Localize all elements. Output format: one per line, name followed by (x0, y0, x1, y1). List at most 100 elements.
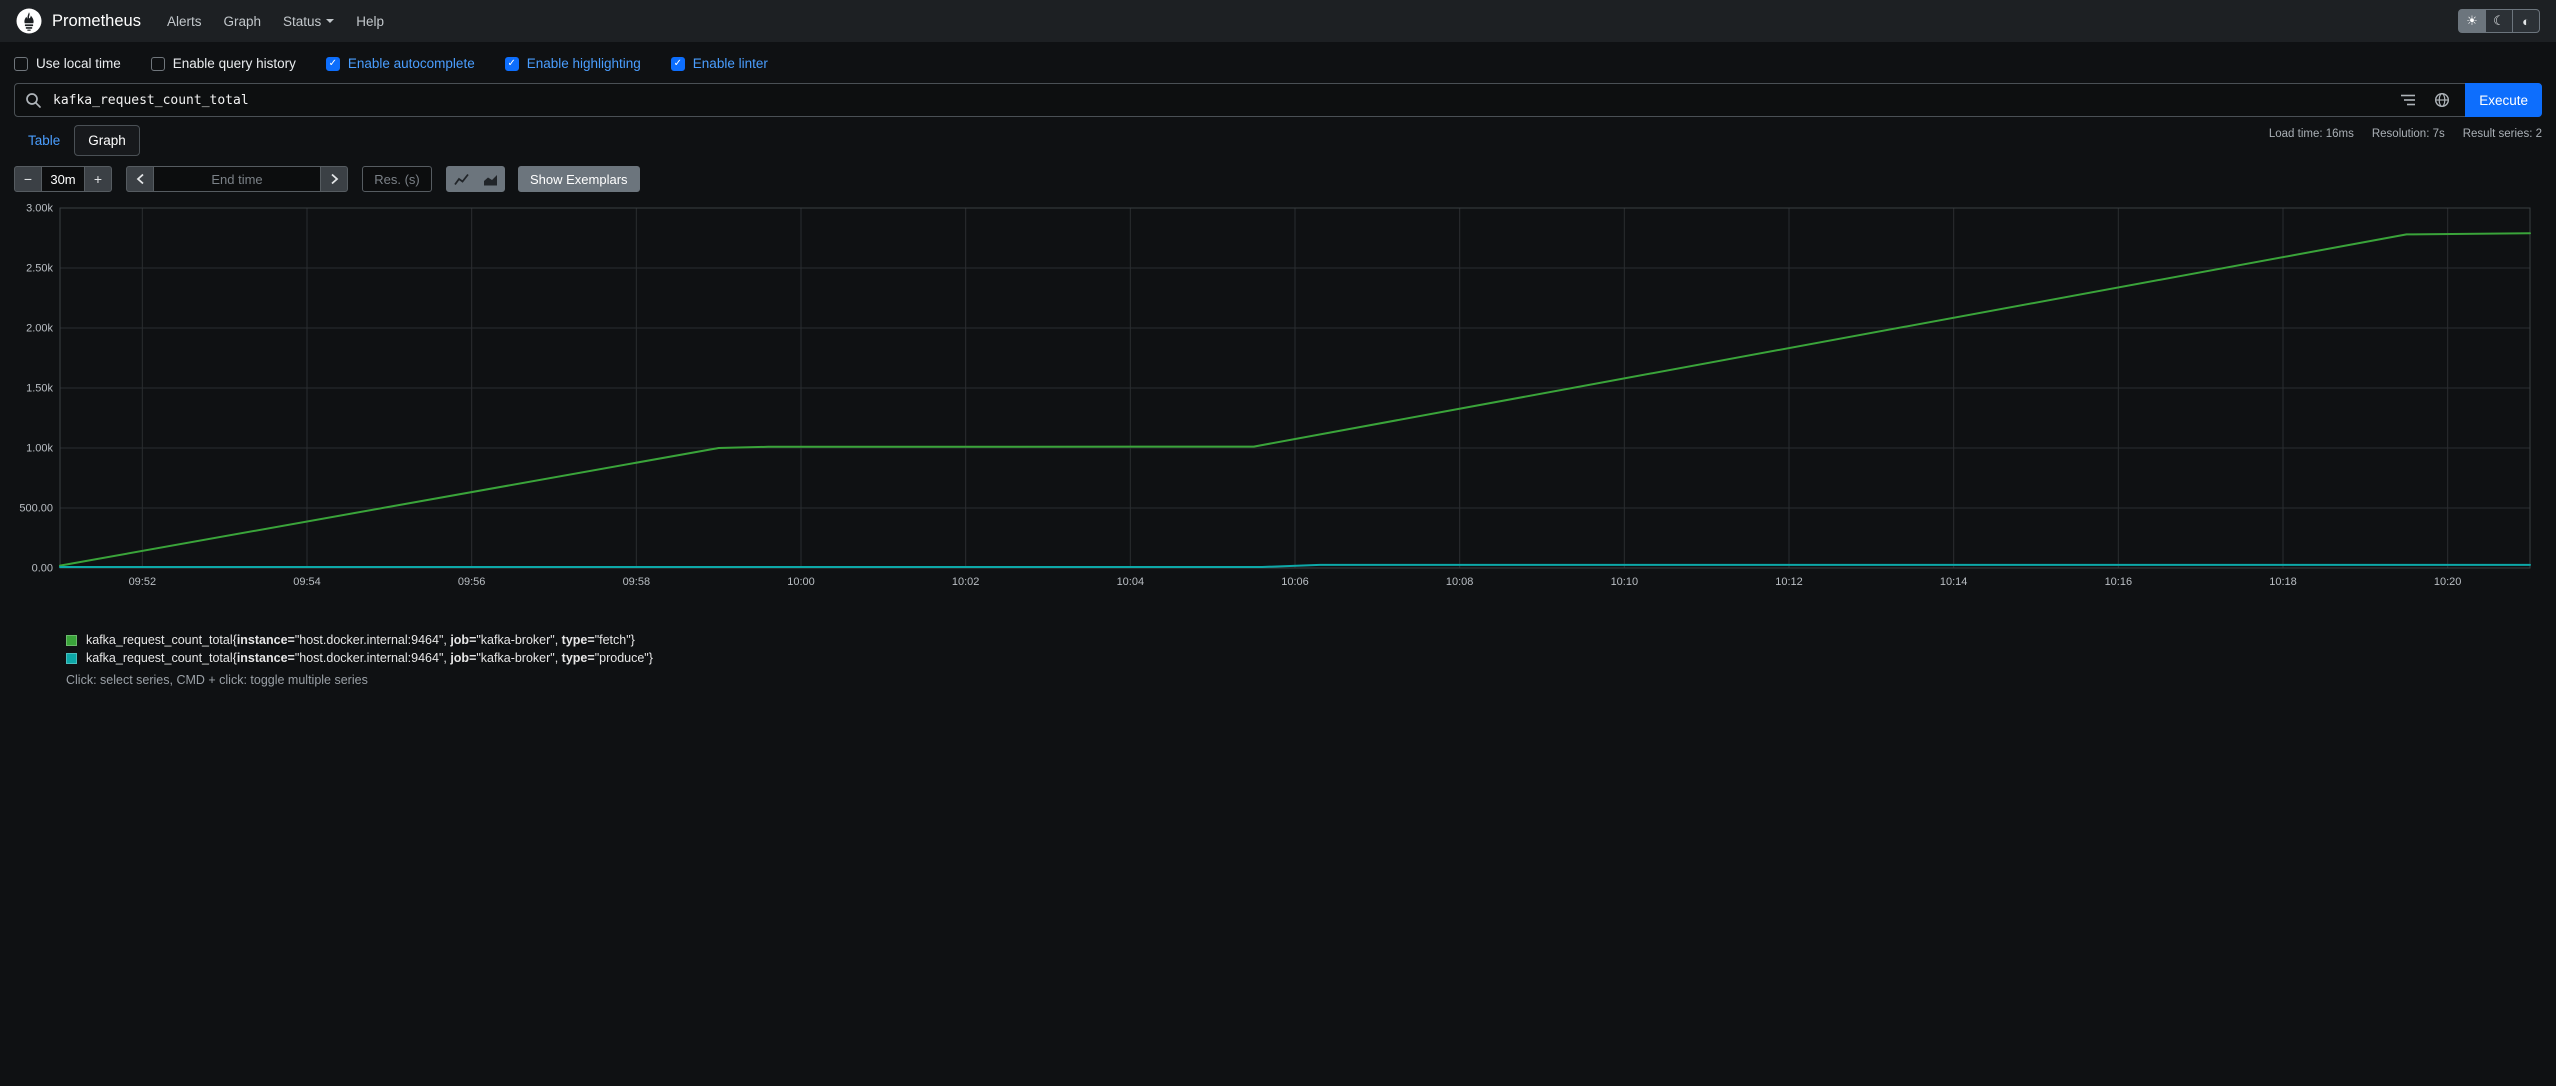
graph-canvas[interactable]: 0.00 500.00 1.00k 1.50k 2.00k 2.50k 3.00k 09:52… (14, 202, 2536, 604)
line-chart-button[interactable] (446, 166, 476, 192)
checkbox-box: ✓ (504, 56, 519, 71)
theme-toggle-group: ☀ ☾ ◐ (2458, 9, 2540, 33)
svg-text:3.00k: 3.00k (26, 203, 53, 215)
checkbox-label: Use local time (36, 56, 121, 71)
main-content: ✓ Use local time ✓ Enable query history … (0, 42, 2556, 687)
nav-item-status[interactable]: Status (283, 13, 335, 29)
end-time-input[interactable] (153, 166, 321, 192)
series-color-swatch (66, 634, 77, 646)
metrics-explorer-button[interactable] (2425, 84, 2459, 116)
check-icon: ✓ (507, 57, 516, 69)
moon-icon: ☾ (2493, 13, 2505, 28)
chevron-left-icon (136, 173, 144, 185)
svg-text:10:18: 10:18 (2269, 576, 2297, 588)
enable-autocomplete-checkbox[interactable]: ✓ Enable autocomplete (325, 56, 475, 71)
shift-time-back-button[interactable] (126, 166, 154, 192)
enable-linter-checkbox[interactable]: ✓ Enable linter (670, 56, 768, 71)
nav-item-graph[interactable]: Graph (223, 14, 261, 29)
svg-text:10:14: 10:14 (1940, 576, 1968, 588)
svg-text:10:20: 10:20 (2434, 576, 2462, 588)
checkbox-box: ✓ (14, 56, 28, 71)
series-selector-text: kafka_request_count_total{instance="host… (86, 633, 635, 647)
line-chart-icon (453, 173, 469, 185)
shift-time-forward-button[interactable] (320, 166, 348, 192)
theme-light-button[interactable]: ☀ (2458, 9, 2486, 33)
query-expression-bar: Execute (14, 83, 2542, 117)
svg-text:10:06: 10:06 (1281, 576, 1309, 588)
stacked-chart-icon (483, 174, 497, 185)
svg-text:10:04: 10:04 (1117, 576, 1145, 588)
nav-item-alerts[interactable]: Alerts (167, 14, 202, 29)
enable-query-history-checkbox[interactable]: ✓ Enable query history (150, 56, 296, 71)
show-exemplars-button[interactable]: Show Exemplars (518, 166, 640, 192)
legend-item[interactable]: kafka_request_count_total{instance="host… (66, 633, 2542, 647)
checkbox-label: Enable highlighting (526, 56, 641, 71)
tree-view-icon (2401, 94, 2416, 106)
svg-text:09:58: 09:58 (623, 576, 651, 588)
svg-text:1.50k: 1.50k (26, 383, 53, 395)
query-options-row: ✓ Use local time ✓ Enable query history … (14, 54, 2542, 83)
resolution-stat: Resolution: 7s (2371, 128, 2445, 140)
tabs-row: Table Graph Load time: 16ms Resolution: … (14, 125, 2542, 156)
resolution-input[interactable] (362, 166, 432, 192)
svg-text:2.00k: 2.00k (26, 323, 53, 335)
legend-hint: Click: select series, CMD + click: toggl… (66, 673, 368, 687)
execute-button[interactable]: Execute (2465, 83, 2542, 117)
prometheus-logo-icon (16, 8, 42, 34)
tab-table[interactable]: Table (14, 125, 74, 156)
checkbox-box: ✓ (325, 56, 340, 71)
globe-icon (2435, 92, 2450, 108)
use-local-time-checkbox[interactable]: ✓ Use local time (14, 56, 121, 71)
svg-text:500.00: 500.00 (19, 503, 53, 515)
decrease-range-button[interactable]: − (14, 166, 42, 192)
graph-panel: 0.00 500.00 1.00k 1.50k 2.00k 2.50k 3.00k 09:52… (14, 202, 2542, 607)
increase-range-button[interactable]: + (84, 166, 112, 192)
navbar: Prometheus Alerts Graph Status Help ☀ ☾ … (0, 0, 2556, 42)
checkbox-label: Enable autocomplete (347, 56, 475, 71)
svg-text:10:08: 10:08 (1446, 576, 1474, 588)
range-control-group: − + (14, 166, 112, 192)
chart-type-toggle-group (446, 166, 505, 192)
svg-text:1.00k: 1.00k (26, 443, 53, 455)
query-stats: Load time: 16ms Resolution: 7s Result se… (2269, 128, 2542, 140)
sun-icon: ☀ (2466, 13, 2478, 28)
svg-text:10:10: 10:10 (1611, 576, 1639, 588)
panel-tabs: Table Graph (14, 125, 140, 156)
prometheus-brand[interactable]: Prometheus (16, 8, 141, 34)
stacked-chart-button[interactable] (475, 166, 505, 192)
checkbox-box: ✓ (150, 56, 165, 71)
circle-half-icon: ◐ (2522, 13, 2530, 29)
expression-input[interactable] (51, 84, 2392, 116)
checkbox-box: ✓ (670, 56, 685, 71)
check-icon: ✓ (673, 57, 682, 69)
tree-view-button[interactable] (2391, 84, 2425, 116)
range-input[interactable] (41, 166, 85, 192)
chevron-right-icon (330, 173, 338, 185)
legend-item[interactable]: kafka_request_count_total{instance="host… (66, 651, 2542, 665)
svg-text:2.50k: 2.50k (26, 263, 53, 275)
theme-auto-button[interactable]: ◐ (2512, 9, 2540, 33)
brand-title: Prometheus (52, 11, 141, 30)
load-time-stat: Load time: 16ms (2268, 128, 2354, 140)
series-selector-text: kafka_request_count_total{instance="host… (86, 651, 653, 665)
svg-text:09:52: 09:52 (129, 576, 157, 588)
enable-highlighting-checkbox[interactable]: ✓ Enable highlighting (504, 56, 641, 71)
checkbox-label: Enable linter (692, 56, 768, 71)
svg-text:10:16: 10:16 (2105, 576, 2133, 588)
nav-item-status-label: Status (283, 13, 322, 29)
check-icon: ✓ (328, 57, 338, 69)
nav-item-help[interactable]: Help (356, 14, 384, 29)
svg-text:09:56: 09:56 (458, 576, 486, 588)
graph-legend: kafka_request_count_total{instance="host… (66, 633, 2542, 665)
svg-text:0.00: 0.00 (32, 563, 53, 575)
graph-controls: − + (14, 166, 2542, 192)
checkbox-label: Enable query history (172, 56, 296, 71)
svg-text:09:54: 09:54 (293, 576, 321, 588)
theme-dark-button[interactable]: ☾ (2485, 9, 2513, 33)
svg-text:10:12: 10:12 (1775, 576, 1803, 588)
tab-graph[interactable]: Graph (74, 125, 140, 156)
search-icon (15, 92, 51, 109)
series-color-swatch (66, 652, 77, 664)
svg-text:10:00: 10:00 (787, 576, 815, 588)
svg-text:10:02: 10:02 (952, 576, 980, 588)
